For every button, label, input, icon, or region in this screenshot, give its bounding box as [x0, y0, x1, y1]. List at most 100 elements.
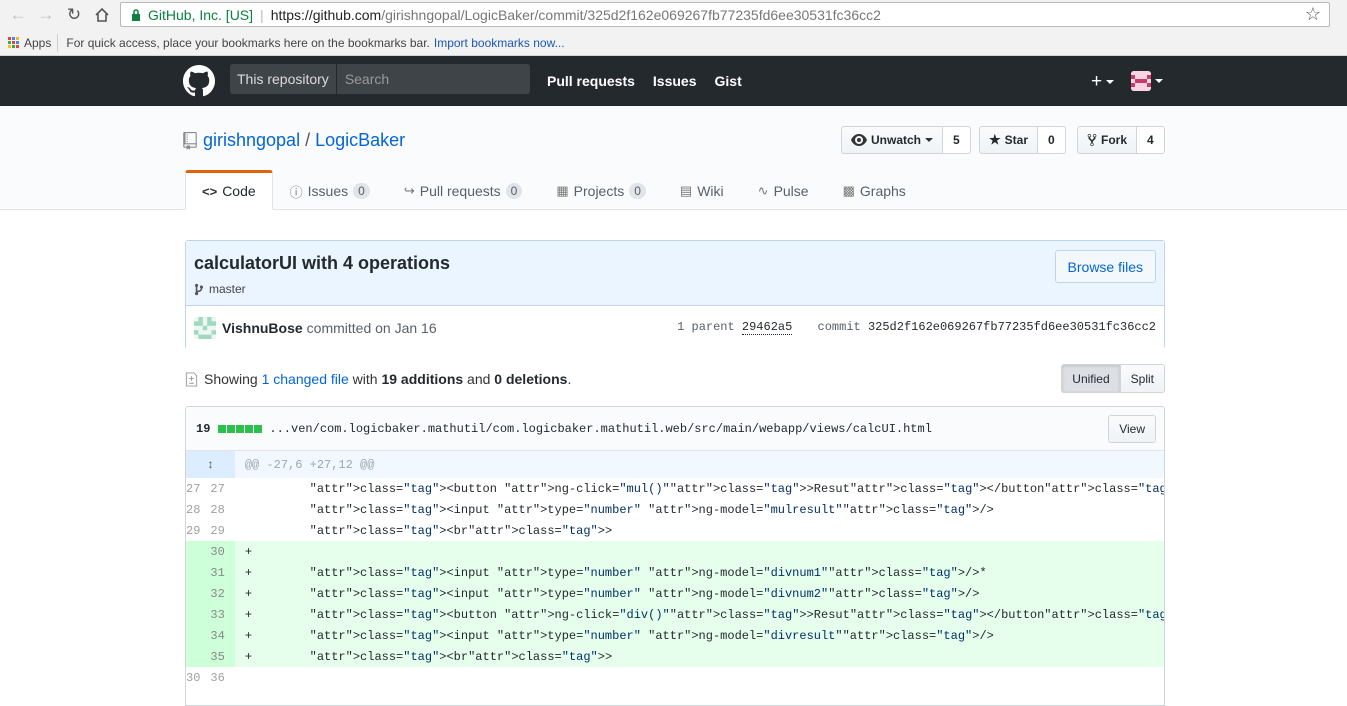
old-line-number[interactable]: [186, 604, 211, 625]
tab-pulse[interactable]: ∿ Pulse: [741, 170, 826, 210]
forward-icon[interactable]: →: [32, 1, 60, 29]
code-icon: <>: [202, 183, 218, 199]
diff-line-addition: 32 + "attr">class="tag"><input "attr">typ…: [186, 583, 1164, 604]
nav-pull-requests[interactable]: Pull requests: [547, 73, 635, 89]
old-line-number[interactable]: [186, 583, 211, 604]
tab-projects[interactable]: ▦ Projects 0: [539, 170, 663, 210]
new-line-number[interactable]: 35: [210, 646, 235, 667]
old-line-number[interactable]: [186, 541, 211, 562]
old-line-number[interactable]: 28: [186, 499, 211, 520]
new-line-number[interactable]: 28: [210, 499, 235, 520]
code-line: "attr">class="tag"><button "attr">ng-cli…: [309, 481, 1164, 496]
view-file-button[interactable]: View: [1108, 415, 1156, 443]
unwatch-label: Unwatch: [871, 133, 922, 147]
unified-button[interactable]: Unified: [1061, 364, 1121, 393]
diff-line-context: 27 27 "attr">class="tag"><button "attr">n…: [186, 478, 1164, 499]
tab-pull-requests[interactable]: ↪ Pull requests 0: [387, 170, 540, 210]
old-line-number[interactable]: [186, 562, 211, 583]
tab-code[interactable]: <> Code: [185, 170, 273, 210]
pulse-icon: ∿: [757, 183, 769, 198]
old-line-number[interactable]: 29: [186, 520, 211, 541]
new-line-number[interactable]: 30: [210, 541, 235, 562]
github-header: This repository Pull requests Issues Gis…: [0, 56, 1347, 106]
new-line-number[interactable]: 33: [210, 604, 235, 625]
author-avatar[interactable]: [194, 316, 216, 339]
caret-down-icon: [1106, 80, 1115, 84]
new-line-number[interactable]: 31: [210, 562, 235, 583]
tab-issues[interactable]: ⓘ Issues 0: [273, 170, 387, 210]
user-menu[interactable]: [1131, 71, 1163, 91]
code-line: + "attr">class="tag"><input "attr">type=…: [234, 625, 1164, 646]
bookmark-star-icon[interactable]: ☆: [1305, 4, 1321, 25]
with-text: with: [352, 371, 378, 387]
eye-icon: [851, 134, 867, 146]
old-line-number[interactable]: 30: [186, 667, 211, 688]
new-line-number[interactable]: 34: [210, 625, 235, 646]
star-label: Star: [1004, 133, 1028, 147]
create-new-menu[interactable]: +: [1091, 71, 1115, 93]
watch-count[interactable]: 5: [943, 126, 971, 154]
star-button[interactable]: ★ Star: [979, 126, 1038, 154]
old-line-number[interactable]: [186, 646, 211, 667]
file-path[interactable]: ...ven/com.logicbaker.mathutil/com.logic…: [269, 422, 932, 436]
home-icon[interactable]: [88, 1, 116, 29]
fork-button[interactable]: Fork: [1077, 126, 1138, 154]
diff-view-toggle: Unified Split: [1061, 364, 1165, 393]
back-icon[interactable]: ←: [4, 1, 32, 29]
expand-icon[interactable]: ↕: [186, 451, 235, 478]
bookmarks-bar: Apps For quick access, place your bookma…: [0, 30, 1347, 56]
parent-sha-link[interactable]: 29462a5: [741, 320, 793, 335]
sha-block: 1 parent 29462a5 commit 325d2f162e069267…: [677, 320, 1156, 335]
commit-meta: VishnuBose committed on Jan 16 1 parent …: [186, 306, 1164, 349]
reload-icon[interactable]: ↻: [60, 1, 88, 29]
file-diff-icon: [185, 371, 198, 387]
star-count[interactable]: 0: [1038, 126, 1066, 154]
split-button[interactable]: Split: [1120, 364, 1165, 393]
old-line-number[interactable]: 27: [186, 478, 211, 499]
commit-author[interactable]: VishnuBose: [222, 320, 303, 336]
diff-summary: Showing 1 changed file with 19 additions…: [185, 364, 1165, 394]
fork-count[interactable]: 4: [1137, 126, 1165, 154]
repo-slash: /: [305, 130, 311, 150]
code-line: "attr">class="tag"><br"attr">class="tag"…: [309, 523, 613, 538]
url-host: https://github.com: [270, 6, 382, 23]
commit-box: calculatorUI with 4 operations master Br…: [185, 240, 1165, 349]
diff-line-context: 28 28 "attr">class="tag"><input "attr">ty…: [186, 499, 1164, 520]
tab-wiki[interactable]: ▤ Wiki: [663, 170, 741, 210]
code-line: +: [234, 541, 1164, 562]
issue-icon: ⓘ: [289, 184, 303, 200]
repo-owner-link[interactable]: girishngopal: [203, 130, 300, 151]
commit-title-area: calculatorUI with 4 operations master Br…: [186, 241, 1164, 306]
import-bookmarks-link[interactable]: Import bookmarks now...: [434, 36, 565, 50]
code-line: "attr">class="tag"><input "attr">type="n…: [309, 502, 994, 517]
book-icon: ▤: [679, 183, 693, 198]
watch-group: Unwatch 5: [841, 126, 971, 154]
tab-projects-label: Projects: [573, 183, 625, 199]
bookmarks-hint: For quick access, place your bookmarks h…: [66, 35, 430, 50]
parent-label: 1 parent: [677, 320, 735, 334]
header-search[interactable]: This repository: [230, 64, 530, 94]
new-line-number[interactable]: 32: [210, 583, 235, 604]
branch-name[interactable]: master: [209, 282, 246, 296]
nav-gist[interactable]: Gist: [715, 73, 742, 89]
new-line-number[interactable]: 27: [210, 478, 235, 499]
old-line-number[interactable]: [186, 625, 211, 646]
commit-label: commit: [817, 320, 861, 334]
new-line-number[interactable]: 36: [210, 667, 235, 688]
search-input[interactable]: [336, 71, 527, 87]
apps-button[interactable]: Apps: [8, 36, 51, 50]
browse-files-button[interactable]: Browse files: [1054, 250, 1156, 283]
github-logo-icon[interactable]: [183, 65, 215, 97]
address-bar[interactable]: GitHub, Inc. [US] | https://github.com/g…: [120, 2, 1330, 27]
tab-graphs[interactable]: ▩ Graphs: [826, 170, 923, 210]
repo-name-link[interactable]: LogicBaker: [315, 130, 405, 151]
unwatch-button[interactable]: Unwatch: [841, 126, 944, 154]
pull-requests-counter: 0: [505, 183, 523, 199]
nav-issues[interactable]: Issues: [653, 73, 697, 89]
star-icon: ★: [989, 132, 1001, 147]
tab-code-label: Code: [222, 183, 256, 199]
diff-line-addition: 34 + "attr">class="tag"><input "attr">typ…: [186, 625, 1164, 646]
changed-files-link[interactable]: 1 changed file: [262, 371, 349, 387]
watch-caret-icon: [925, 138, 934, 142]
new-line-number[interactable]: 29: [210, 520, 235, 541]
